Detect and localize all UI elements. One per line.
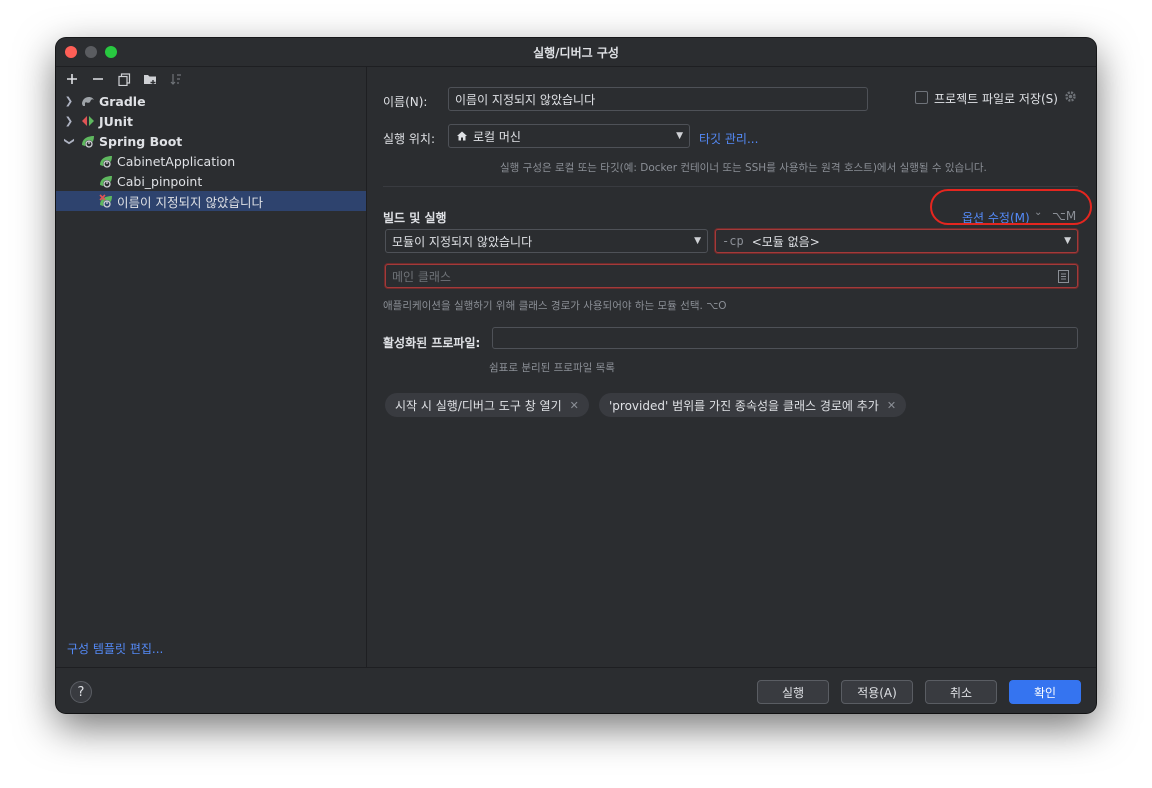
chevron-right-icon[interactable]: ❯ <box>62 116 76 127</box>
tree-item-gradle[interactable]: ❯ Gradle <box>56 91 366 111</box>
main-class-input[interactable]: 메인 클래스 <box>385 264 1078 288</box>
tree-item-label: Cabi_pinpoint <box>117 173 203 189</box>
spring-boot-icon <box>80 133 96 149</box>
profiles-label: 활성화된 프로파일: <box>383 336 481 350</box>
browse-class-icon[interactable] <box>1058 270 1069 286</box>
spring-app-icon <box>98 153 114 169</box>
run-on-value: 로컬 머신 <box>473 129 521 144</box>
new-folder-icon[interactable] <box>142 71 158 87</box>
chevron-down-icon: ▼ <box>676 131 683 141</box>
main-class-placeholder: 메인 클래스 <box>392 269 452 284</box>
ok-button[interactable]: 확인 <box>1009 680 1081 704</box>
store-as-project-file-checkbox[interactable] <box>915 91 928 104</box>
gear-icon[interactable] <box>1064 90 1077 106</box>
home-icon <box>456 130 468 145</box>
classpath-value: <모듈 없음> <box>751 234 820 249</box>
chevron-right-icon[interactable]: ❯ <box>62 96 76 107</box>
build-run-header: 빌드 및 실행 <box>383 211 447 225</box>
copy-icon[interactable] <box>116 71 132 87</box>
junit-icon <box>80 113 96 129</box>
module-combo[interactable]: 모듈이 지정되지 않았습니다 ▼ <box>385 229 708 253</box>
tree-item-spring-boot[interactable]: ❯ Spring Boot <box>56 131 366 151</box>
classpath-combo[interactable]: -cp <모듈 없음> ▼ <box>715 229 1078 253</box>
tree-item-label: CabinetApplication <box>117 153 236 169</box>
title-bar: 실행/디버그 구성 <box>56 38 1096 67</box>
close-window-button[interactable] <box>65 46 77 58</box>
name-input[interactable]: 이름이 지정되지 않았습니다 <box>448 87 868 111</box>
sidebar-toolbar <box>56 67 366 91</box>
gradle-icon <box>80 93 96 109</box>
chip-label: 시작 시 실행/디버그 도구 창 열기 <box>395 398 562 413</box>
manage-targets-link[interactable]: 타깃 관리... <box>699 130 758 147</box>
tree-item-unnamed[interactable]: 이름이 지정되지 않았습니다 <box>56 191 366 211</box>
chevron-down-icon: ▼ <box>694 236 701 246</box>
sort-icon[interactable] <box>168 71 184 87</box>
run-button[interactable]: 실행 <box>757 680 829 704</box>
edit-templates-link[interactable]: 구성 템플릿 편집... <box>67 640 163 657</box>
close-icon[interactable]: ✕ <box>887 399 896 412</box>
tree-item-label: JUnit <box>99 113 133 129</box>
tree-item-label: Spring Boot <box>99 133 183 149</box>
highlight-oval <box>930 189 1092 225</box>
window-title: 실행/디버그 구성 <box>533 45 619 60</box>
tree-item-label: 이름이 지정되지 않았습니다 <box>117 194 263 210</box>
option-chip-open-tool-window[interactable]: 시작 시 실행/디버그 도구 창 열기 ✕ <box>385 393 589 417</box>
tree-item-cabi-pinpoint[interactable]: Cabi_pinpoint <box>56 171 366 191</box>
configuration-tree: ❯ Gradle ❯ JUnit ❯ Spring Boot CabinetAp… <box>56 91 366 211</box>
window-controls <box>65 46 117 58</box>
chevron-down-icon[interactable]: ❯ <box>64 134 75 148</box>
cp-prefix: -cp <box>722 234 744 248</box>
spring-app-icon <box>98 173 114 189</box>
chevron-down-icon: ▼ <box>1064 236 1071 246</box>
zoom-window-button[interactable] <box>105 46 117 58</box>
run-on-label: 실행 위치: <box>383 132 436 146</box>
run-on-hint: 실행 구성은 로컬 또는 타깃(예: Docker 컨테이너 또는 SSH를 사… <box>500 162 987 174</box>
profiles-hint: 쉼표로 분리된 프로파일 목록 <box>489 362 615 374</box>
configuration-form: 이름(N): 이름이 지정되지 않았습니다 프로젝트 파일로 저장(S) 실행 … <box>367 67 1096 667</box>
close-icon[interactable]: ✕ <box>570 399 579 412</box>
minimize-window-button[interactable] <box>85 46 97 58</box>
module-hint: 애플리케이션을 실행하기 위해 클래스 경로가 사용되어야 하는 모듈 선택. … <box>383 300 727 312</box>
store-as-project-file-label: 프로젝트 파일로 저장(S) <box>934 92 1058 106</box>
tree-item-cabinetapplication[interactable]: CabinetApplication <box>56 151 366 171</box>
option-chip-provided-scope[interactable]: 'provided' 범위를 가진 종속성을 클래스 경로에 추가 ✕ <box>599 393 907 417</box>
tree-item-label: Gradle <box>99 93 146 109</box>
add-icon[interactable] <box>64 71 80 87</box>
configuration-sidebar: ❯ Gradle ❯ JUnit ❯ Spring Boot CabinetAp… <box>56 67 367 667</box>
name-label: 이름(N): <box>383 95 428 109</box>
spring-app-error-icon <box>98 193 114 209</box>
run-debug-config-window: 실행/디버그 구성 ❯ Gradle ❯ JUnit ❯ Spring Boot… <box>56 38 1096 713</box>
divider <box>383 186 1078 187</box>
help-button[interactable]: ? <box>70 681 92 703</box>
apply-button[interactable]: 적용(A) <box>841 680 913 704</box>
module-value: 모듈이 지정되지 않았습니다 <box>392 234 533 249</box>
run-on-combo[interactable]: 로컬 머신 ▼ <box>448 124 690 148</box>
chip-label: 'provided' 범위를 가진 종속성을 클래스 경로에 추가 <box>609 398 879 413</box>
remove-icon[interactable] <box>90 71 106 87</box>
cancel-button[interactable]: 취소 <box>925 680 997 704</box>
dialog-footer: ? 실행 적용(A) 취소 확인 <box>56 667 1096 713</box>
tree-item-junit[interactable]: ❯ JUnit <box>56 111 366 131</box>
active-profiles-input[interactable] <box>492 327 1078 349</box>
